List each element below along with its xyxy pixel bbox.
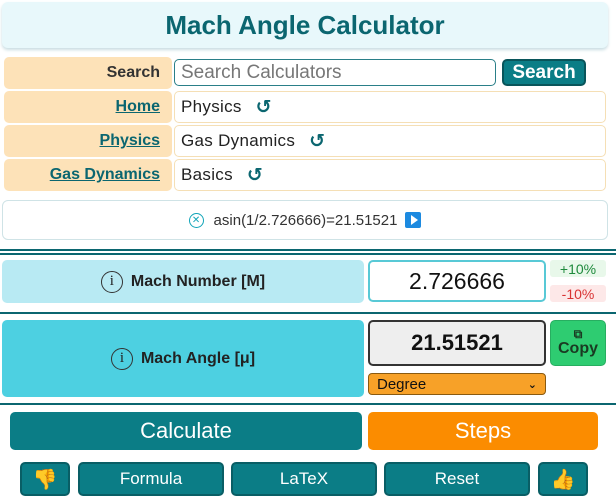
breadcrumb-link-home[interactable]: Home (116, 98, 160, 116)
calculate-button[interactable]: Calculate (10, 412, 362, 450)
unit-select[interactable]: Degree ⌄ (368, 373, 546, 395)
formula-button[interactable]: Formula (78, 462, 224, 496)
copy-button[interactable]: ⧉ Copy (550, 320, 606, 366)
search-input[interactable] (174, 59, 496, 86)
clear-icon[interactable]: ✕ (188, 212, 204, 228)
increase-10-button[interactable]: +10% (550, 260, 606, 277)
divider (0, 403, 616, 405)
breadcrumb-link-gas-dynamics[interactable]: Gas Dynamics (50, 166, 160, 184)
info-icon[interactable]: i (110, 347, 133, 370)
breadcrumb-value: Basics ↺ (174, 159, 606, 191)
divider (0, 312, 616, 314)
breadcrumb-value: Physics ↺ (174, 91, 606, 123)
thumbs-up-button[interactable]: 👍 (538, 462, 588, 496)
search-label: Search (4, 57, 172, 89)
breadcrumb-row-gas-dynamics: Gas Dynamics Basics ↺ (2, 159, 606, 191)
steps-button[interactable]: Steps (368, 412, 598, 450)
mach-number-label: i Mach Number [M] (2, 260, 364, 303)
thumbs-down-icon: 👎 (32, 468, 58, 491)
reset-button[interactable]: Reset (384, 462, 530, 496)
decrease-10-button[interactable]: -10% (550, 285, 606, 302)
copy-icon: ⧉ (573, 327, 583, 341)
divider (0, 249, 616, 251)
search-row: Search Search (2, 57, 606, 89)
mach-angle-label: i Mach Angle [μ] (2, 320, 364, 397)
thumbs-up-icon: 👍 (550, 468, 576, 491)
thumbs-down-button[interactable]: 👎 (20, 462, 70, 496)
mach-number-input[interactable]: 2.726666 (368, 260, 546, 302)
mach-angle-output: 21.51521 (368, 320, 546, 366)
breadcrumb-row-physics: Physics Gas Dynamics ↺ (2, 125, 606, 157)
play-icon[interactable] (405, 212, 422, 228)
breadcrumb-link-physics[interactable]: Physics (100, 132, 160, 150)
latex-button[interactable]: LaTeX (231, 462, 377, 496)
page-title: Mach Angle Calculator (2, 2, 608, 48)
reload-icon[interactable]: ↺ (309, 130, 325, 153)
formula-text: asin(1/2.726666)=21.51521 (213, 211, 398, 229)
reload-icon[interactable]: ↺ (247, 164, 263, 187)
breadcrumb-row-home: Home Physics ↺ (2, 91, 606, 123)
divider (0, 253, 616, 255)
info-icon[interactable]: i (100, 270, 123, 293)
reload-icon[interactable]: ↺ (256, 96, 272, 119)
breadcrumb-value: Gas Dynamics ↺ (174, 125, 606, 157)
formula-display: ✕ asin(1/2.726666)=21.51521 (2, 200, 608, 240)
search-button[interactable]: Search (502, 59, 586, 86)
chevron-down-icon: ⌄ (527, 378, 537, 391)
